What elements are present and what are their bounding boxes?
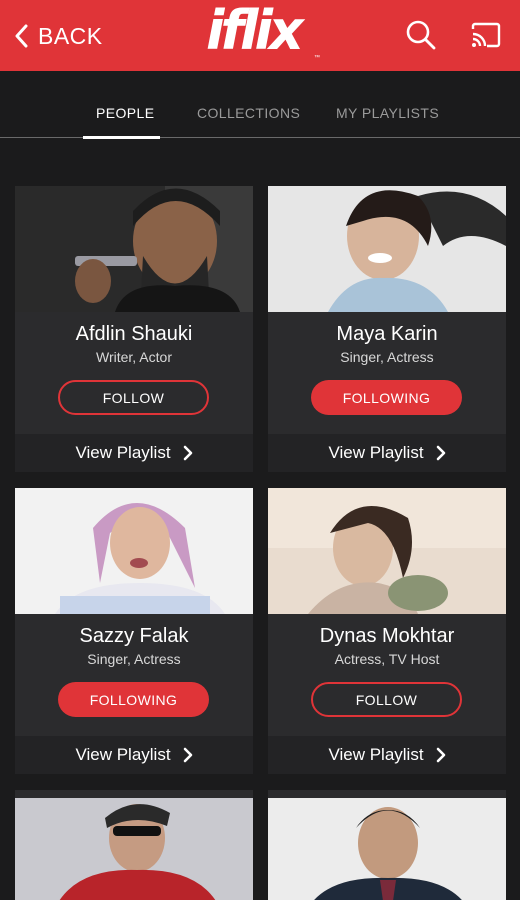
person-card: Dynas Mokhtar Actress, TV Host FOLLOW Vi… (268, 488, 506, 774)
chevron-left-icon (15, 24, 28, 48)
person-card: Maya Karin Singer, Actress FOLLOWING Vie… (268, 186, 506, 472)
logo-text: iflix (206, 0, 304, 62)
chevron-right-icon (183, 747, 192, 763)
view-playlist-button[interactable]: View Playlist (15, 434, 253, 472)
tab-people[interactable]: PEOPLE (96, 105, 154, 121)
person-role: Writer, Actor (96, 349, 172, 365)
follow-button[interactable]: FOLLOW (58, 380, 209, 415)
back-button[interactable]: BACK (14, 18, 103, 54)
chevron-right-icon (183, 445, 192, 461)
cast-button[interactable] (470, 22, 502, 50)
person-card (15, 790, 253, 900)
person-photo[interactable] (15, 790, 253, 900)
person-role: Actress, TV Host (334, 651, 440, 667)
view-playlist-label: View Playlist (75, 745, 171, 764)
search-icon (406, 20, 436, 50)
person-card: Sazzy Falak Singer, Actress FOLLOWING Vi… (15, 488, 253, 774)
following-button[interactable]: FOLLOWING (58, 682, 209, 717)
person-card: Afdlin Shauki Writer, Actor FOLLOW View … (15, 186, 253, 472)
person-name: Dynas Mokhtar (319, 625, 455, 647)
iflix-logo: iflix ™ (206, 1, 320, 65)
person-role: Singer, Actress (340, 349, 434, 365)
active-tab-indicator (83, 136, 160, 139)
person-photo[interactable] (15, 186, 253, 312)
view-playlist-label: View Playlist (75, 443, 171, 462)
app-header: BACK iflix ™ (0, 0, 520, 71)
person-photo[interactable] (268, 488, 506, 614)
tab-collections[interactable]: COLLECTIONS (197, 105, 300, 121)
view-playlist-label: View Playlist (328, 745, 424, 764)
search-button[interactable] (405, 19, 437, 51)
follow-button[interactable]: FOLLOW (311, 682, 462, 717)
view-playlist-label: View Playlist (328, 443, 424, 462)
tab-bar: PEOPLE COLLECTIONS MY PLAYLISTS (0, 71, 520, 139)
cast-icon (471, 22, 501, 48)
person-name: Sazzy Falak (79, 625, 189, 647)
person-role: Singer, Actress (87, 651, 181, 667)
back-label: BACK (38, 22, 103, 49)
person-name: Maya Karin (336, 323, 438, 345)
person-photo[interactable] (268, 186, 506, 312)
tab-my-playlists[interactable]: MY PLAYLISTS (336, 105, 439, 121)
person-card (268, 790, 506, 900)
chevron-right-icon (436, 747, 445, 763)
view-playlist-button[interactable]: View Playlist (268, 736, 506, 774)
chevron-right-icon (436, 445, 445, 461)
person-name: Afdlin Shauki (75, 323, 193, 345)
logo-trademark: ™ (314, 55, 320, 61)
following-button[interactable]: FOLLOWING (311, 380, 462, 415)
person-photo[interactable] (15, 488, 253, 614)
person-photo[interactable] (268, 790, 506, 900)
view-playlist-button[interactable]: View Playlist (268, 434, 506, 472)
view-playlist-button[interactable]: View Playlist (15, 736, 253, 774)
